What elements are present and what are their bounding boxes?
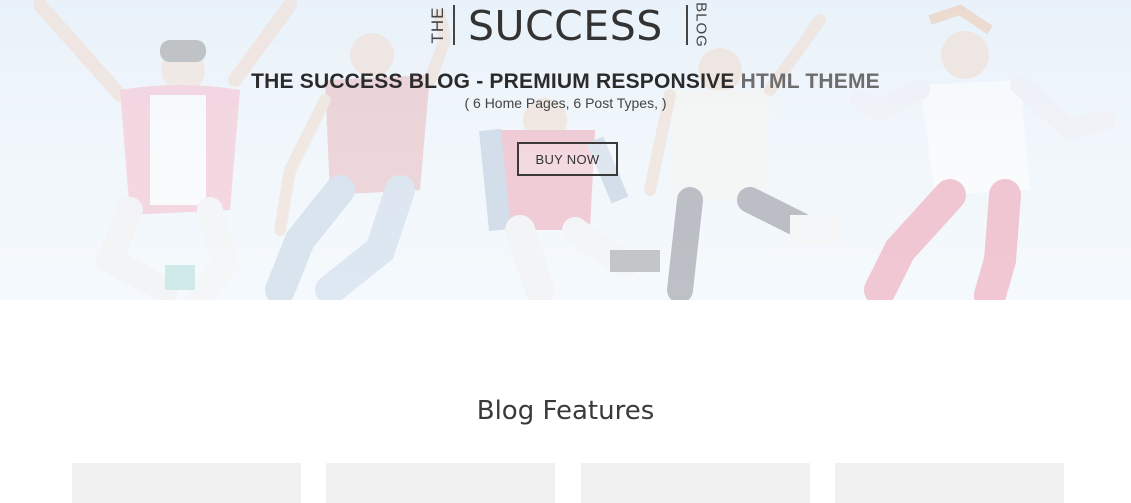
feature-card-4[interactable] <box>835 463 1064 503</box>
logo-suffix-text: BLOG <box>692 2 710 48</box>
logo-prefix: THE <box>428 4 448 46</box>
logo-divider-left <box>453 5 455 45</box>
logo-suffix: BLOG <box>692 2 710 48</box>
logo-divider-right <box>686 5 688 45</box>
feature-card-2[interactable] <box>326 463 555 503</box>
features-title: Blog Features <box>476 396 655 426</box>
logo-name: SUCCESS <box>468 2 663 50</box>
hero-headline-main: THE SUCCESS BLOG - PREMIUM RESPONSIVE <box>251 70 741 93</box>
site-logo[interactable]: THE SUCCESS BLOG <box>0 0 1131 52</box>
feature-card-1[interactable] <box>72 463 301 503</box>
hero-headline-accent: HTML THEME <box>740 70 880 93</box>
feature-card-3[interactable] <box>581 463 810 503</box>
hero-headline: THE SUCCESS BLOG - PREMIUM RESPONSIVE HT… <box>0 70 1131 94</box>
hero-banner: THE SUCCESS BLOG THE SUCCESS BLOG - PREM… <box>0 0 1131 300</box>
logo-prefix-text: THE <box>428 6 447 44</box>
hero-subline: ( 6 Home Pages, 6 Post Types, ) <box>464 95 667 111</box>
buy-now-button[interactable]: BUY NOW <box>517 142 618 176</box>
